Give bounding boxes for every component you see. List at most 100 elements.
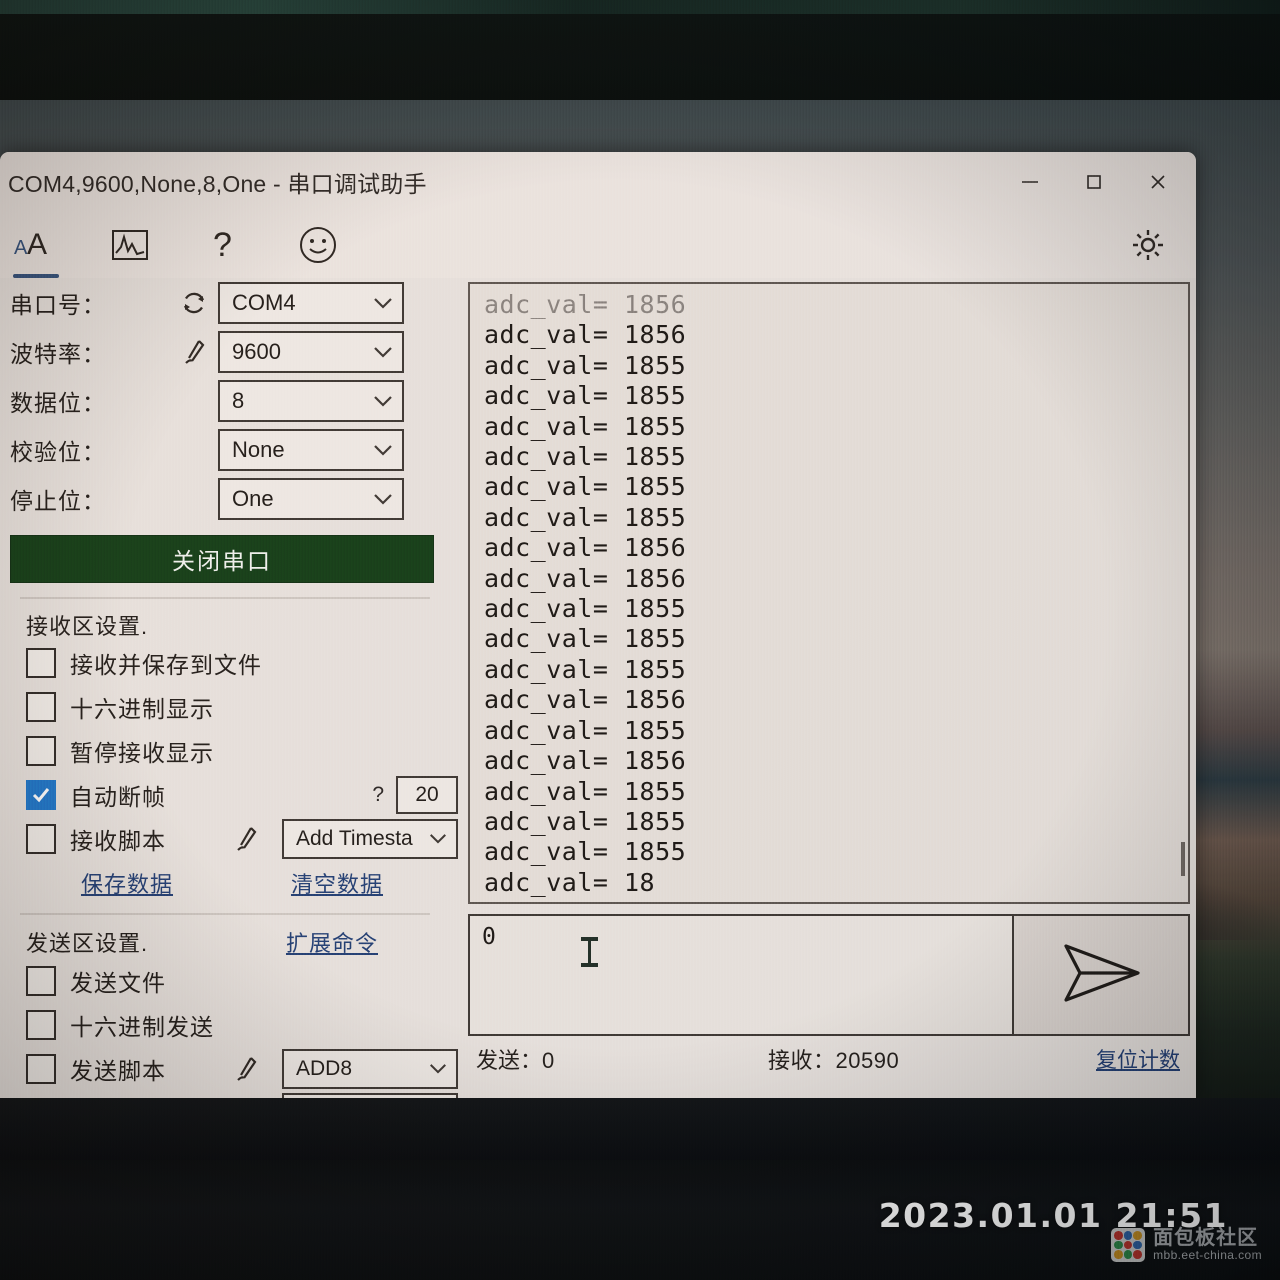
help-hint-icon[interactable]: ? bbox=[372, 783, 384, 807]
checkbox-row-hex-send[interactable]: 十六进制发送 bbox=[26, 1003, 458, 1047]
chevron-down-icon bbox=[428, 827, 448, 851]
send-settings-title-row: 发送区设置. 扩展命令 bbox=[26, 925, 458, 959]
checkbox-hex-display[interactable] bbox=[26, 692, 56, 722]
reset-counter-link[interactable]: 复位计数 bbox=[1096, 1044, 1180, 1074]
refresh-icon[interactable] bbox=[170, 287, 218, 319]
checkbox-auto-frame-break[interactable] bbox=[26, 780, 56, 810]
close-serial-port-button[interactable]: 关闭串口 bbox=[10, 535, 434, 583]
checkbox-row-timed-send[interactable]: 定时发送 1.0 秒 bbox=[26, 1091, 458, 1098]
checkbox-row-send-script[interactable]: 发送脚本 ADD8 bbox=[26, 1047, 458, 1091]
help-icon[interactable]: ? bbox=[198, 222, 250, 268]
send-input-value: 0 bbox=[482, 924, 496, 950]
receive-script-controls: Add Timesta bbox=[222, 819, 458, 859]
auto-frame-break-controls: ? 20 bbox=[372, 776, 458, 814]
text-cursor-icon bbox=[581, 937, 598, 967]
checkbox-row-pause-display[interactable]: 暂停接收显示 bbox=[26, 729, 458, 773]
save-data-link[interactable]: 保存数据 bbox=[81, 867, 173, 899]
send-button[interactable] bbox=[1014, 914, 1190, 1036]
checkbox-row-auto-frame-break[interactable]: 自动断帧 ? 20 bbox=[26, 773, 458, 817]
watermark-en: mbb.eet-china.com bbox=[1153, 1248, 1262, 1263]
receive-line: adc_val= 1856 bbox=[484, 746, 687, 776]
send-input[interactable]: 0 bbox=[468, 914, 1014, 1036]
parity-select[interactable]: None bbox=[218, 428, 404, 471]
settings-panel: 串口号： COM4 波特率： 9600 数据位： 8 校验位： None 停止位… bbox=[10, 278, 458, 1098]
stopbits-select[interactable]: One bbox=[218, 477, 404, 520]
section-divider bbox=[20, 913, 430, 915]
section-divider bbox=[20, 597, 430, 599]
smiley-icon[interactable] bbox=[292, 222, 344, 268]
pencil-icon[interactable] bbox=[222, 1053, 270, 1085]
environment-top-edge bbox=[0, 0, 1280, 14]
receive-script-select[interactable]: Add Timesta bbox=[282, 819, 458, 859]
checkbox-send-file[interactable] bbox=[26, 966, 56, 996]
checkbox-save-to-file[interactable] bbox=[26, 648, 56, 678]
main-content: 串口号： COM4 波特率： 9600 数据位： 8 校验位： None 停止位… bbox=[0, 278, 1196, 1098]
waveform-icon[interactable] bbox=[104, 222, 156, 268]
pencil-icon[interactable] bbox=[170, 336, 218, 368]
databits-select[interactable]: 8 bbox=[218, 379, 404, 422]
receive-line: adc_val= 18 bbox=[484, 867, 656, 897]
minimize-icon[interactable] bbox=[998, 154, 1062, 210]
config-row-port: 串口号： COM4 bbox=[10, 278, 458, 327]
databits-label: 数据位： bbox=[10, 389, 106, 416]
checkbox-row-send-file[interactable]: 发送文件 bbox=[26, 959, 458, 1003]
receive-line: adc_val= 1855 bbox=[484, 472, 687, 502]
chevron-down-icon bbox=[428, 1057, 448, 1081]
config-row-parity: 校验位： None bbox=[10, 425, 458, 474]
parity-value: None bbox=[232, 436, 285, 462]
parity-label: 校验位： bbox=[10, 438, 106, 465]
port-label: 串口号： bbox=[10, 291, 106, 318]
send-plane-icon bbox=[1058, 940, 1144, 1011]
baud-select[interactable]: 9600 bbox=[218, 330, 404, 373]
receive-line: adc_val= 1855 bbox=[484, 654, 687, 684]
site-watermark: 面包板社区 mbb.eet-china.com bbox=[1111, 1228, 1262, 1262]
svg-text:?: ? bbox=[213, 226, 232, 264]
receive-line: adc_val= 1855 bbox=[484, 624, 687, 654]
extend-command-link[interactable]: 扩展命令 bbox=[286, 926, 378, 958]
chevron-down-icon bbox=[372, 388, 394, 414]
receive-line: adc_val= 1855 bbox=[484, 594, 687, 624]
checkbox-row-receive-script[interactable]: 接收脚本 Add Timesta bbox=[26, 817, 458, 861]
baud-value: 9600 bbox=[232, 338, 281, 364]
send-row: 0 bbox=[468, 914, 1190, 1036]
receive-line: adc_val= 1855 bbox=[484, 411, 687, 441]
maximize-icon[interactable] bbox=[1062, 154, 1126, 210]
frame-break-timeout-input[interactable]: 20 bbox=[396, 776, 458, 814]
pencil-icon[interactable] bbox=[222, 823, 270, 855]
checkbox-label: 十六进制发送 bbox=[70, 1014, 214, 1040]
checkbox-label: 十六进制显示 bbox=[70, 696, 214, 722]
svg-text:A: A bbox=[14, 237, 28, 259]
send-script-select[interactable]: ADD8 bbox=[282, 1049, 458, 1089]
checkbox-row-save-to-file[interactable]: 接收并保存到文件 bbox=[26, 641, 458, 685]
serial-debug-assistant-window: COM4,9600,None,8,One - 串口调试助手 A A ? 串口号：… bbox=[0, 152, 1196, 1098]
config-row-databits: 数据位： 8 bbox=[10, 376, 458, 425]
clear-data-link[interactable]: 清空数据 bbox=[291, 867, 383, 899]
environment-dark-band bbox=[0, 14, 1280, 100]
gear-icon[interactable] bbox=[1122, 220, 1174, 270]
checkbox-label: 暂停接收显示 bbox=[70, 740, 214, 766]
close-icon[interactable] bbox=[1126, 154, 1190, 210]
text-mode-icon[interactable]: A A bbox=[10, 222, 62, 278]
receive-line: adc_val= 1855 bbox=[484, 381, 687, 411]
checkbox-hex-send[interactable] bbox=[26, 1010, 56, 1040]
checkbox-row-hex-display[interactable]: 十六进制显示 bbox=[26, 685, 458, 729]
receive-line: adc_val= 1856 bbox=[484, 685, 687, 715]
receive-line: adc_val= 1856 bbox=[484, 320, 687, 350]
port-select[interactable]: COM4 bbox=[218, 281, 404, 324]
photographed-laptop-screen: COM4,9600,None,8,One - 串口调试助手 A A ? 串口号：… bbox=[0, 0, 1280, 1280]
checkbox-receive-script[interactable] bbox=[26, 824, 56, 854]
receive-text-area[interactable]: adc_val= 1856 adc_val= 1856 adc_val= 185… bbox=[468, 282, 1190, 904]
received-count: 接收：20590 bbox=[768, 1048, 900, 1073]
title-bar: COM4,9600,None,8,One - 串口调试助手 bbox=[0, 152, 1196, 212]
checkbox-label: 接收脚本 bbox=[70, 828, 166, 854]
checkbox-send-script[interactable] bbox=[26, 1054, 56, 1084]
checkbox-pause-display[interactable] bbox=[26, 736, 56, 766]
checkbox-label: 发送文件 bbox=[70, 970, 166, 996]
receive-scrollbar[interactable] bbox=[1181, 842, 1185, 876]
svg-text:A: A bbox=[27, 228, 47, 261]
config-row-stopbits: 停止位： One bbox=[10, 474, 458, 523]
receive-line: adc_val= 1855 bbox=[484, 442, 687, 472]
chevron-down-icon bbox=[372, 290, 394, 316]
send-script-value: ADD8 bbox=[296, 1057, 353, 1080]
receive-line: adc_val= 1855 bbox=[484, 502, 687, 532]
